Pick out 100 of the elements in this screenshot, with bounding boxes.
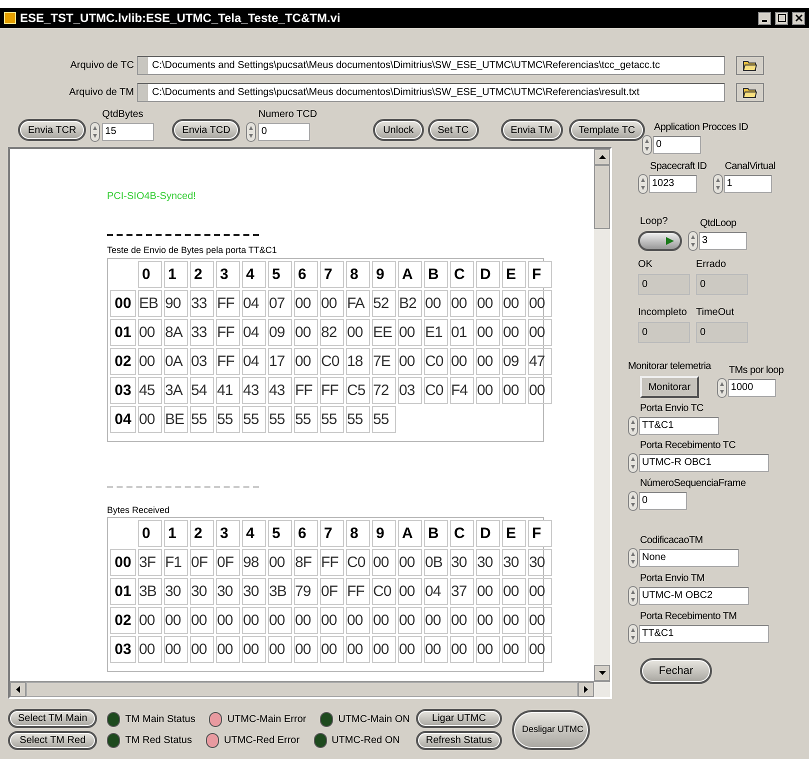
column-header: 0: [138, 260, 162, 288]
table-cell: 00: [138, 636, 162, 663]
table-cell: 00: [424, 636, 448, 663]
path-field[interactable]: C:\Documents and Settings\pucsat\Meus documentos\Dimitrius\SW_ESE_UTMC\UTMC\Referencias\result.txt: [137, 83, 725, 102]
numeric-field[interactable]: 1: [724, 175, 772, 193]
table-cell: C0: [346, 549, 370, 576]
table-cell: 00: [138, 348, 162, 374]
indicator-field: 0: [696, 274, 748, 295]
button[interactable]: Set TC: [428, 119, 479, 141]
numeric-field[interactable]: 0: [258, 123, 310, 141]
table-cell: 00: [372, 549, 396, 576]
spin-buttons[interactable]: [712, 174, 723, 194]
loop-toggle[interactable]: [638, 231, 682, 251]
spin-buttons[interactable]: [628, 453, 638, 473]
table-cell: 55: [242, 406, 266, 432]
table-cell: 00: [320, 290, 344, 316]
utmc-off-button[interactable]: Desligar UTMC: [512, 710, 590, 750]
scroll-thumb[interactable]: [594, 165, 610, 229]
spin-buttons[interactable]: [90, 122, 100, 142]
field-label: CodificacaoTM: [639, 534, 704, 548]
table-cell: 72: [372, 376, 396, 404]
table-cell: 55: [346, 406, 370, 432]
ring-field[interactable]: UTMC-R OBC1: [639, 454, 769, 472]
button[interactable]: Envia TCR: [18, 119, 86, 141]
down-arrow-icon[interactable]: [598, 671, 606, 675]
monitor-button[interactable]: Monitorar: [640, 376, 699, 398]
spin-buttons[interactable]: [716, 378, 727, 398]
column-header: D: [476, 520, 500, 547]
field-label: CanalVirtual: [724, 160, 776, 174]
table-cell: 00: [138, 607, 162, 634]
table-cell: 0F: [216, 549, 240, 576]
ring-field[interactable]: TT&C1: [639, 417, 719, 435]
ring-field[interactable]: UTMC-M OBC2: [639, 587, 749, 605]
numeric-field[interactable]: 0: [639, 492, 687, 510]
close-icon[interactable]: [792, 12, 805, 24]
field-label: Porta Envio TC: [639, 402, 704, 416]
spin-buttons[interactable]: [628, 548, 638, 568]
browse-button[interactable]: [736, 83, 764, 102]
utmc-button[interactable]: Ligar UTMC: [416, 709, 502, 728]
table-cell: 00: [528, 376, 552, 404]
table-cell: 00: [476, 348, 500, 374]
table-cell: C0: [424, 348, 448, 374]
numeric-field[interactable]: 0: [653, 136, 701, 154]
right-arrow-icon[interactable]: [584, 686, 588, 693]
button[interactable]: Template TC: [568, 119, 646, 141]
table-cell: C0: [320, 348, 344, 374]
table-cell: 00: [476, 636, 500, 663]
spin-buttons[interactable]: [628, 416, 638, 436]
ring-field[interactable]: None: [639, 549, 739, 567]
table-cell: C0: [424, 376, 448, 404]
spin-buttons[interactable]: [246, 122, 256, 142]
up-arrow-icon[interactable]: [598, 155, 606, 159]
row-header: 00: [110, 549, 136, 576]
button[interactable]: Unlock: [373, 119, 424, 141]
table-cell: 00: [346, 318, 370, 346]
button[interactable]: Envia TM: [500, 119, 563, 141]
table-cell: 43: [268, 376, 292, 404]
select-button[interactable]: Select TM Red: [8, 731, 98, 750]
table-cell: 30: [216, 578, 240, 605]
table-cell: 00: [216, 607, 240, 634]
path-field[interactable]: C:\Documents and Settings\pucsat\Meus documentos\Dimitrius\SW_ESE_UTMC\UTMC\Referencias\tcc_getacc.tc: [137, 56, 725, 75]
minimize-icon[interactable]: [758, 12, 771, 24]
spin-buttons[interactable]: [642, 135, 652, 155]
table-cell: 0F: [190, 549, 214, 576]
field-label: OK: [638, 258, 654, 272]
table-cell: 17: [268, 348, 292, 374]
browse-button[interactable]: [736, 56, 764, 75]
close-button[interactable]: Fechar: [640, 658, 712, 684]
table-cell: 45: [138, 376, 162, 404]
numeric-field[interactable]: 15: [102, 123, 154, 141]
row-header: 01: [110, 578, 136, 605]
numeric-field[interactable]: 1023: [649, 175, 697, 193]
field-label: Spacecraft ID: [649, 160, 707, 174]
spin-buttons[interactable]: [628, 491, 638, 511]
table-cell: 3A: [164, 376, 188, 404]
spin-buttons[interactable]: [628, 586, 638, 606]
vertical-scrollbar[interactable]: [594, 149, 610, 681]
led-label: TM Red Status: [125, 734, 192, 748]
button[interactable]: Envia TCD: [172, 119, 240, 141]
table-cell: 00: [528, 318, 552, 346]
table-cell: 00: [424, 290, 448, 316]
table-cell: 00: [502, 636, 526, 663]
table-cell: 00: [502, 376, 526, 404]
utmc-button[interactable]: Refresh Status: [416, 731, 502, 750]
field-label: Porta Envio TM: [639, 572, 706, 586]
maximize-icon[interactable]: [775, 12, 788, 24]
horizontal-scrollbar[interactable]: [10, 681, 610, 697]
table-cell: 00: [164, 636, 188, 663]
spin-buttons[interactable]: [638, 174, 648, 194]
numeric-field[interactable]: 3: [699, 232, 747, 250]
table-cell: 00: [346, 607, 370, 634]
spin-buttons[interactable]: [688, 231, 698, 251]
left-arrow-icon[interactable]: [16, 686, 20, 693]
field-label: Porta Recebimento TC: [639, 439, 737, 453]
ring-field[interactable]: TT&C1: [639, 625, 769, 643]
select-button[interactable]: Select TM Main: [8, 709, 98, 728]
spin-buttons[interactable]: [628, 624, 638, 644]
numeric-field[interactable]: 1000: [728, 379, 776, 397]
row-header: 02: [110, 607, 136, 634]
table-cell: FF: [320, 549, 344, 576]
